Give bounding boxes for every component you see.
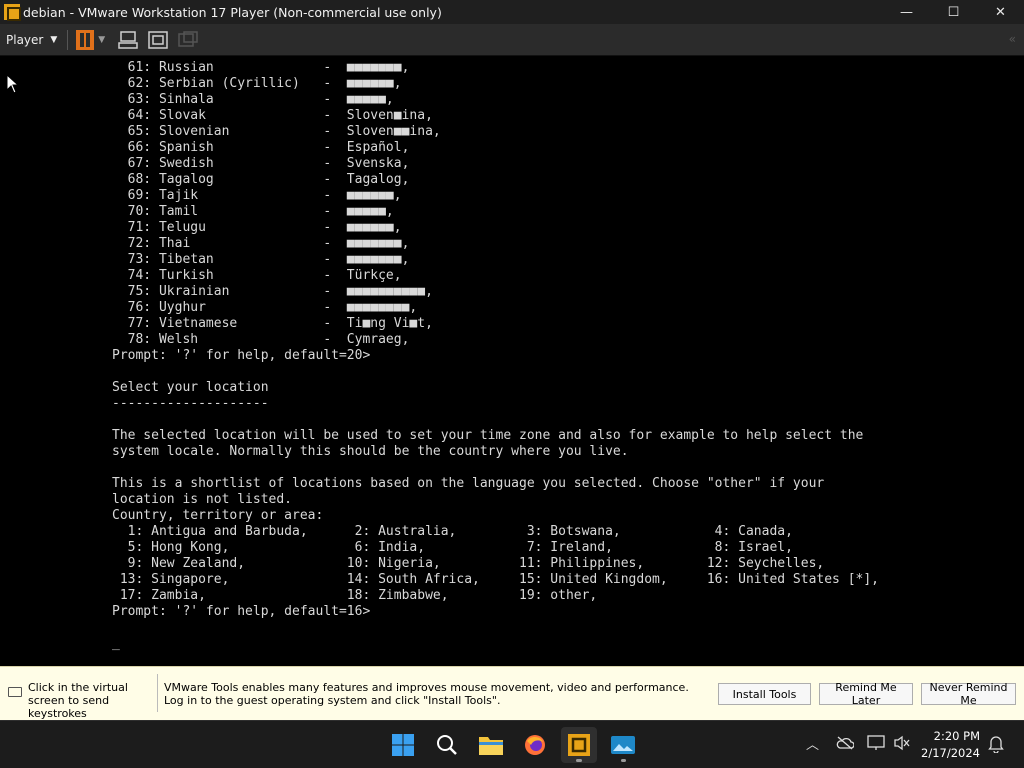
window-title: debian - VMware Workstation 17 Player (N… <box>23 4 442 20</box>
running-indicator <box>621 759 626 762</box>
vmware-taskbar-icon[interactable] <box>561 727 597 763</box>
console-output: 61: Russian - ■■■■■■■, 62: Serbian (Cyri… <box>112 60 880 651</box>
onedrive-icon[interactable] <box>836 736 855 754</box>
window-controls: — ☐ ✕ <box>883 0 1024 24</box>
tray-overflow-chevron-icon[interactable]: ︿ <box>806 734 819 753</box>
maximize-button[interactable]: ☐ <box>930 0 977 24</box>
keyboard-icon <box>8 687 22 697</box>
send-ctrl-alt-del-icon[interactable] <box>117 29 139 51</box>
minimize-button[interactable]: — <box>883 0 930 24</box>
title-bar: debian - VMware Workstation 17 Player (N… <box>0 0 1024 24</box>
player-menu-label: Player <box>6 32 44 47</box>
pause-icon[interactable] <box>76 29 95 50</box>
fullscreen-icon[interactable] <box>147 29 169 51</box>
never-remind-button[interactable]: Never Remind Me <box>921 681 1016 707</box>
collapse-toolbar-icon[interactable]: « <box>1009 32 1016 46</box>
taskbar-clock[interactable]: 2:20 PM 2/17/2024 <box>921 728 980 762</box>
clock-time: 2:20 PM <box>933 729 980 743</box>
vmware-tools-message: VMware Tools enables many features and i… <box>164 681 689 707</box>
unity-mode-icon <box>177 29 199 51</box>
search-icon[interactable] <box>429 727 465 763</box>
keystroke-hint: Click in the virtual screen to send keys… <box>28 681 128 720</box>
mouse-cursor-icon <box>6 74 20 94</box>
vmware-app-icon <box>4 4 21 21</box>
volume-muted-icon[interactable] <box>893 735 911 755</box>
photos-app-icon[interactable] <box>605 727 641 763</box>
file-explorer-icon[interactable] <box>473 727 509 763</box>
pause-dropdown-chevron-icon[interactable]: ▼ <box>98 35 105 45</box>
player-menu-button[interactable]: Player ▼ <box>0 24 63 56</box>
firefox-icon[interactable] <box>517 727 553 763</box>
network-icon[interactable] <box>867 735 885 755</box>
windows-taskbar: ︿ 2:20 PM 2/17/2024 <box>0 720 1024 768</box>
vmware-tools-notification: Click in the virtual screen to send keys… <box>0 666 1024 720</box>
player-toolbar: Player ▼ ▼ « <box>0 24 1024 56</box>
chevron-down-icon: ▼ <box>50 34 58 45</box>
virtual-machine-screen[interactable]: 61: Russian - ■■■■■■■, 62: Serbian (Cyri… <box>0 56 1024 666</box>
remind-later-button[interactable]: Remind Me Later <box>819 681 913 707</box>
windows-start-icon[interactable] <box>385 727 421 763</box>
install-tools-button[interactable]: Install Tools <box>718 683 811 705</box>
notification-divider <box>157 674 158 712</box>
notification-bell-icon[interactable] <box>988 735 1004 757</box>
clock-date: 2/17/2024 <box>921 746 980 760</box>
close-button[interactable]: ✕ <box>977 0 1024 24</box>
active-indicator <box>576 759 582 762</box>
toolbar-divider <box>67 29 69 50</box>
